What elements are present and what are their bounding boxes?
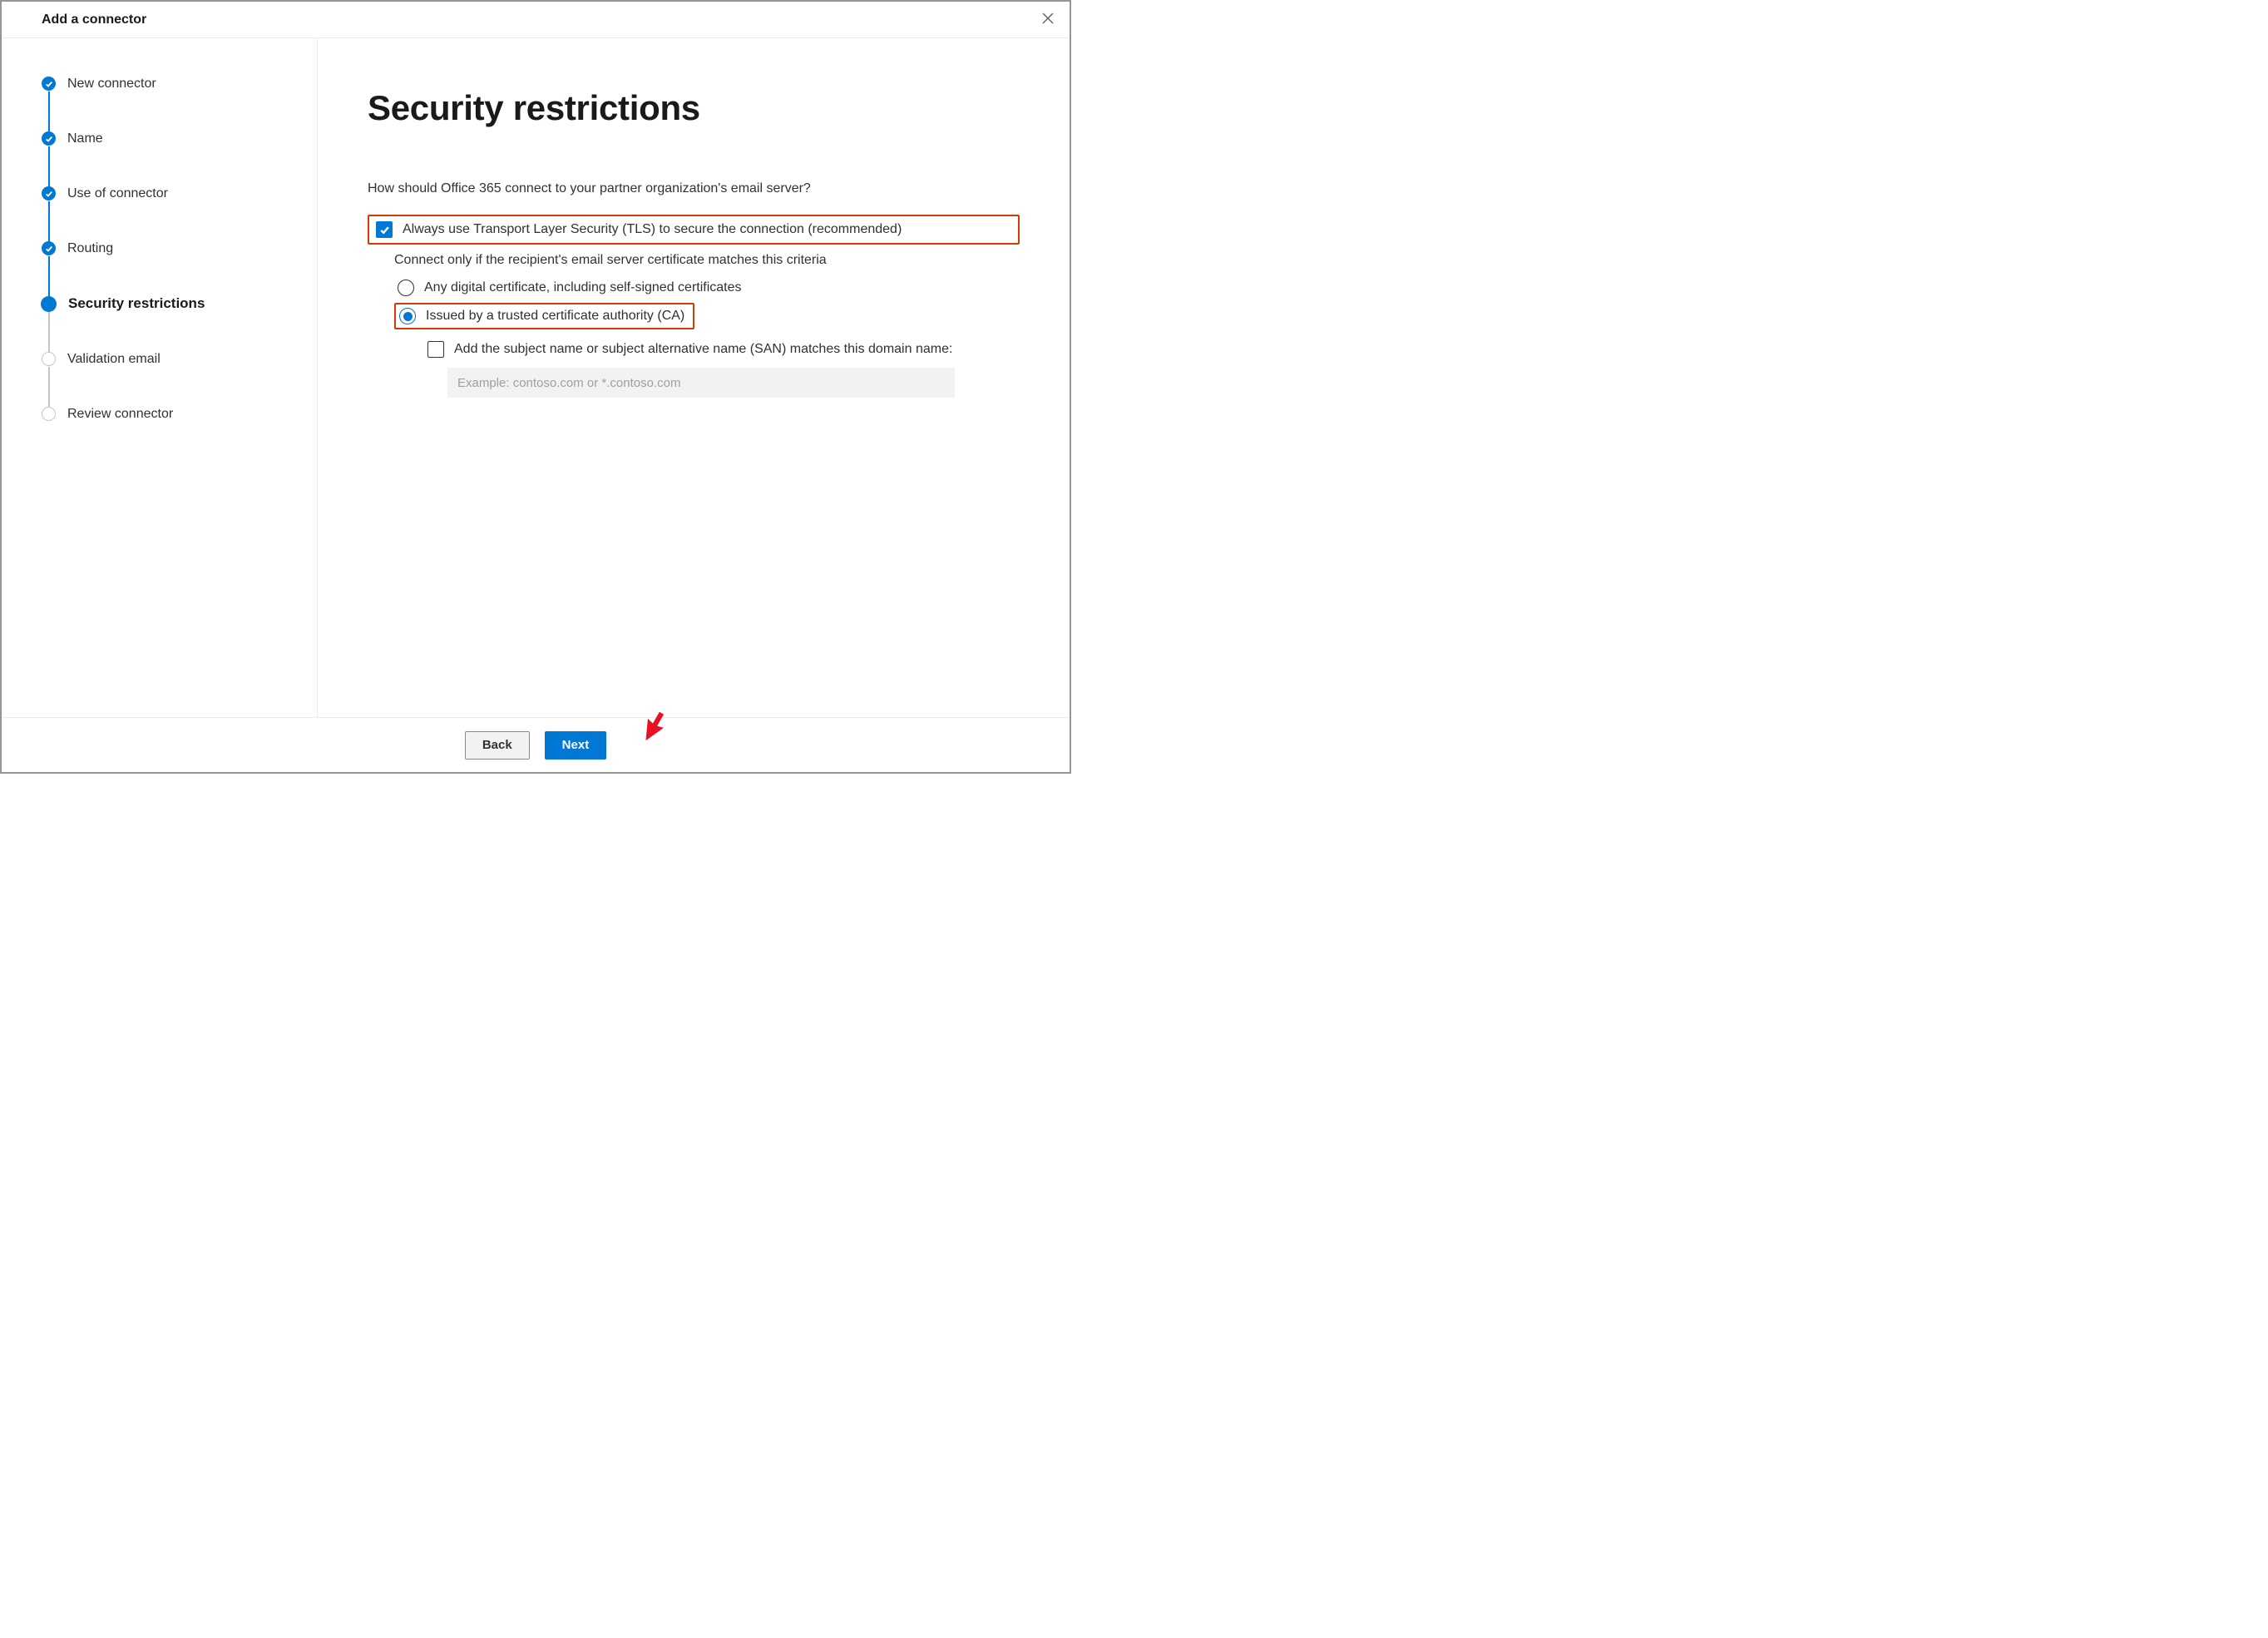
check-icon: [42, 186, 56, 200]
step-connector-line: [48, 311, 50, 354]
step-validation-email[interactable]: Validation email: [42, 352, 292, 407]
close-icon: [1041, 12, 1055, 25]
prompt-text: How should Office 365 connect to your pa…: [368, 181, 1020, 196]
san-label: Add the subject name or subject alternat…: [454, 342, 952, 357]
step-name[interactable]: Name: [42, 131, 292, 186]
radio-trusted-ca[interactable]: [399, 308, 416, 324]
tls-checkbox[interactable]: [376, 221, 393, 238]
window-title: Add a connector: [42, 12, 146, 27]
step-label: Security restrictions: [68, 296, 205, 311]
step-label: Routing: [67, 241, 113, 256]
future-step-circle-icon: [42, 407, 56, 421]
current-step-dot-icon: [41, 296, 57, 312]
wizard-steps-sidebar: New connector Name Use of connector: [2, 38, 318, 717]
tls-label: Always use Transport Layer Security (TLS…: [403, 222, 902, 237]
step-connector-line: [48, 201, 50, 243]
check-icon: [42, 77, 56, 91]
wizard-footer: Back Next: [2, 717, 1070, 772]
back-button[interactable]: Back: [465, 731, 530, 760]
wizard-window: Add a connector New connector: [0, 0, 1071, 774]
radio-trusted-row: Issued by a trusted certificate authorit…: [394, 303, 1020, 329]
radio-trusted-label: Issued by a trusted certificate authorit…: [426, 309, 684, 324]
step-label: Validation email: [67, 352, 161, 367]
cert-radio-group: Any digital certificate, including self-…: [368, 276, 1020, 329]
radio-any-label: Any digital certificate, including self-…: [424, 280, 742, 295]
wizard-body: New connector Name Use of connector: [2, 38, 1070, 717]
step-use-of-connector[interactable]: Use of connector: [42, 186, 292, 241]
step-security-restrictions[interactable]: Security restrictions: [42, 296, 292, 352]
check-icon: [42, 131, 56, 146]
step-new-connector[interactable]: New connector: [42, 77, 292, 131]
step-label: New connector: [67, 77, 156, 92]
radio-any-certificate[interactable]: [398, 280, 414, 296]
next-button[interactable]: Next: [545, 731, 607, 760]
cert-criteria-label: Connect only if the recipient's email se…: [394, 253, 1020, 268]
step-routing[interactable]: Routing: [42, 241, 292, 296]
san-checkbox[interactable]: [427, 341, 444, 358]
step-connector-line: [48, 146, 50, 188]
check-icon: [42, 241, 56, 255]
steps-list: New connector Name Use of connector: [42, 77, 292, 422]
close-button[interactable]: [1038, 8, 1058, 31]
tls-option-row: Always use Transport Layer Security (TLS…: [368, 215, 1020, 245]
step-connector-line: [48, 92, 50, 133]
titlebar: Add a connector: [2, 2, 1070, 38]
checkmark-icon: [379, 225, 390, 235]
future-step-circle-icon: [42, 352, 56, 366]
domain-name-input[interactable]: [447, 368, 955, 398]
step-label: Name: [67, 131, 103, 146]
step-connector-line: [48, 256, 50, 298]
step-connector-line: [48, 367, 50, 408]
step-label: Review connector: [67, 407, 173, 422]
step-review-connector[interactable]: Review connector: [42, 407, 292, 422]
step-label: Use of connector: [67, 186, 168, 201]
san-option-row: Add the subject name or subject alternat…: [421, 336, 1020, 363]
radio-any-row: Any digital certificate, including self-…: [394, 276, 1020, 299]
page-heading: Security restrictions: [368, 88, 1020, 128]
wizard-main-panel: Security restrictions How should Office …: [318, 38, 1070, 717]
